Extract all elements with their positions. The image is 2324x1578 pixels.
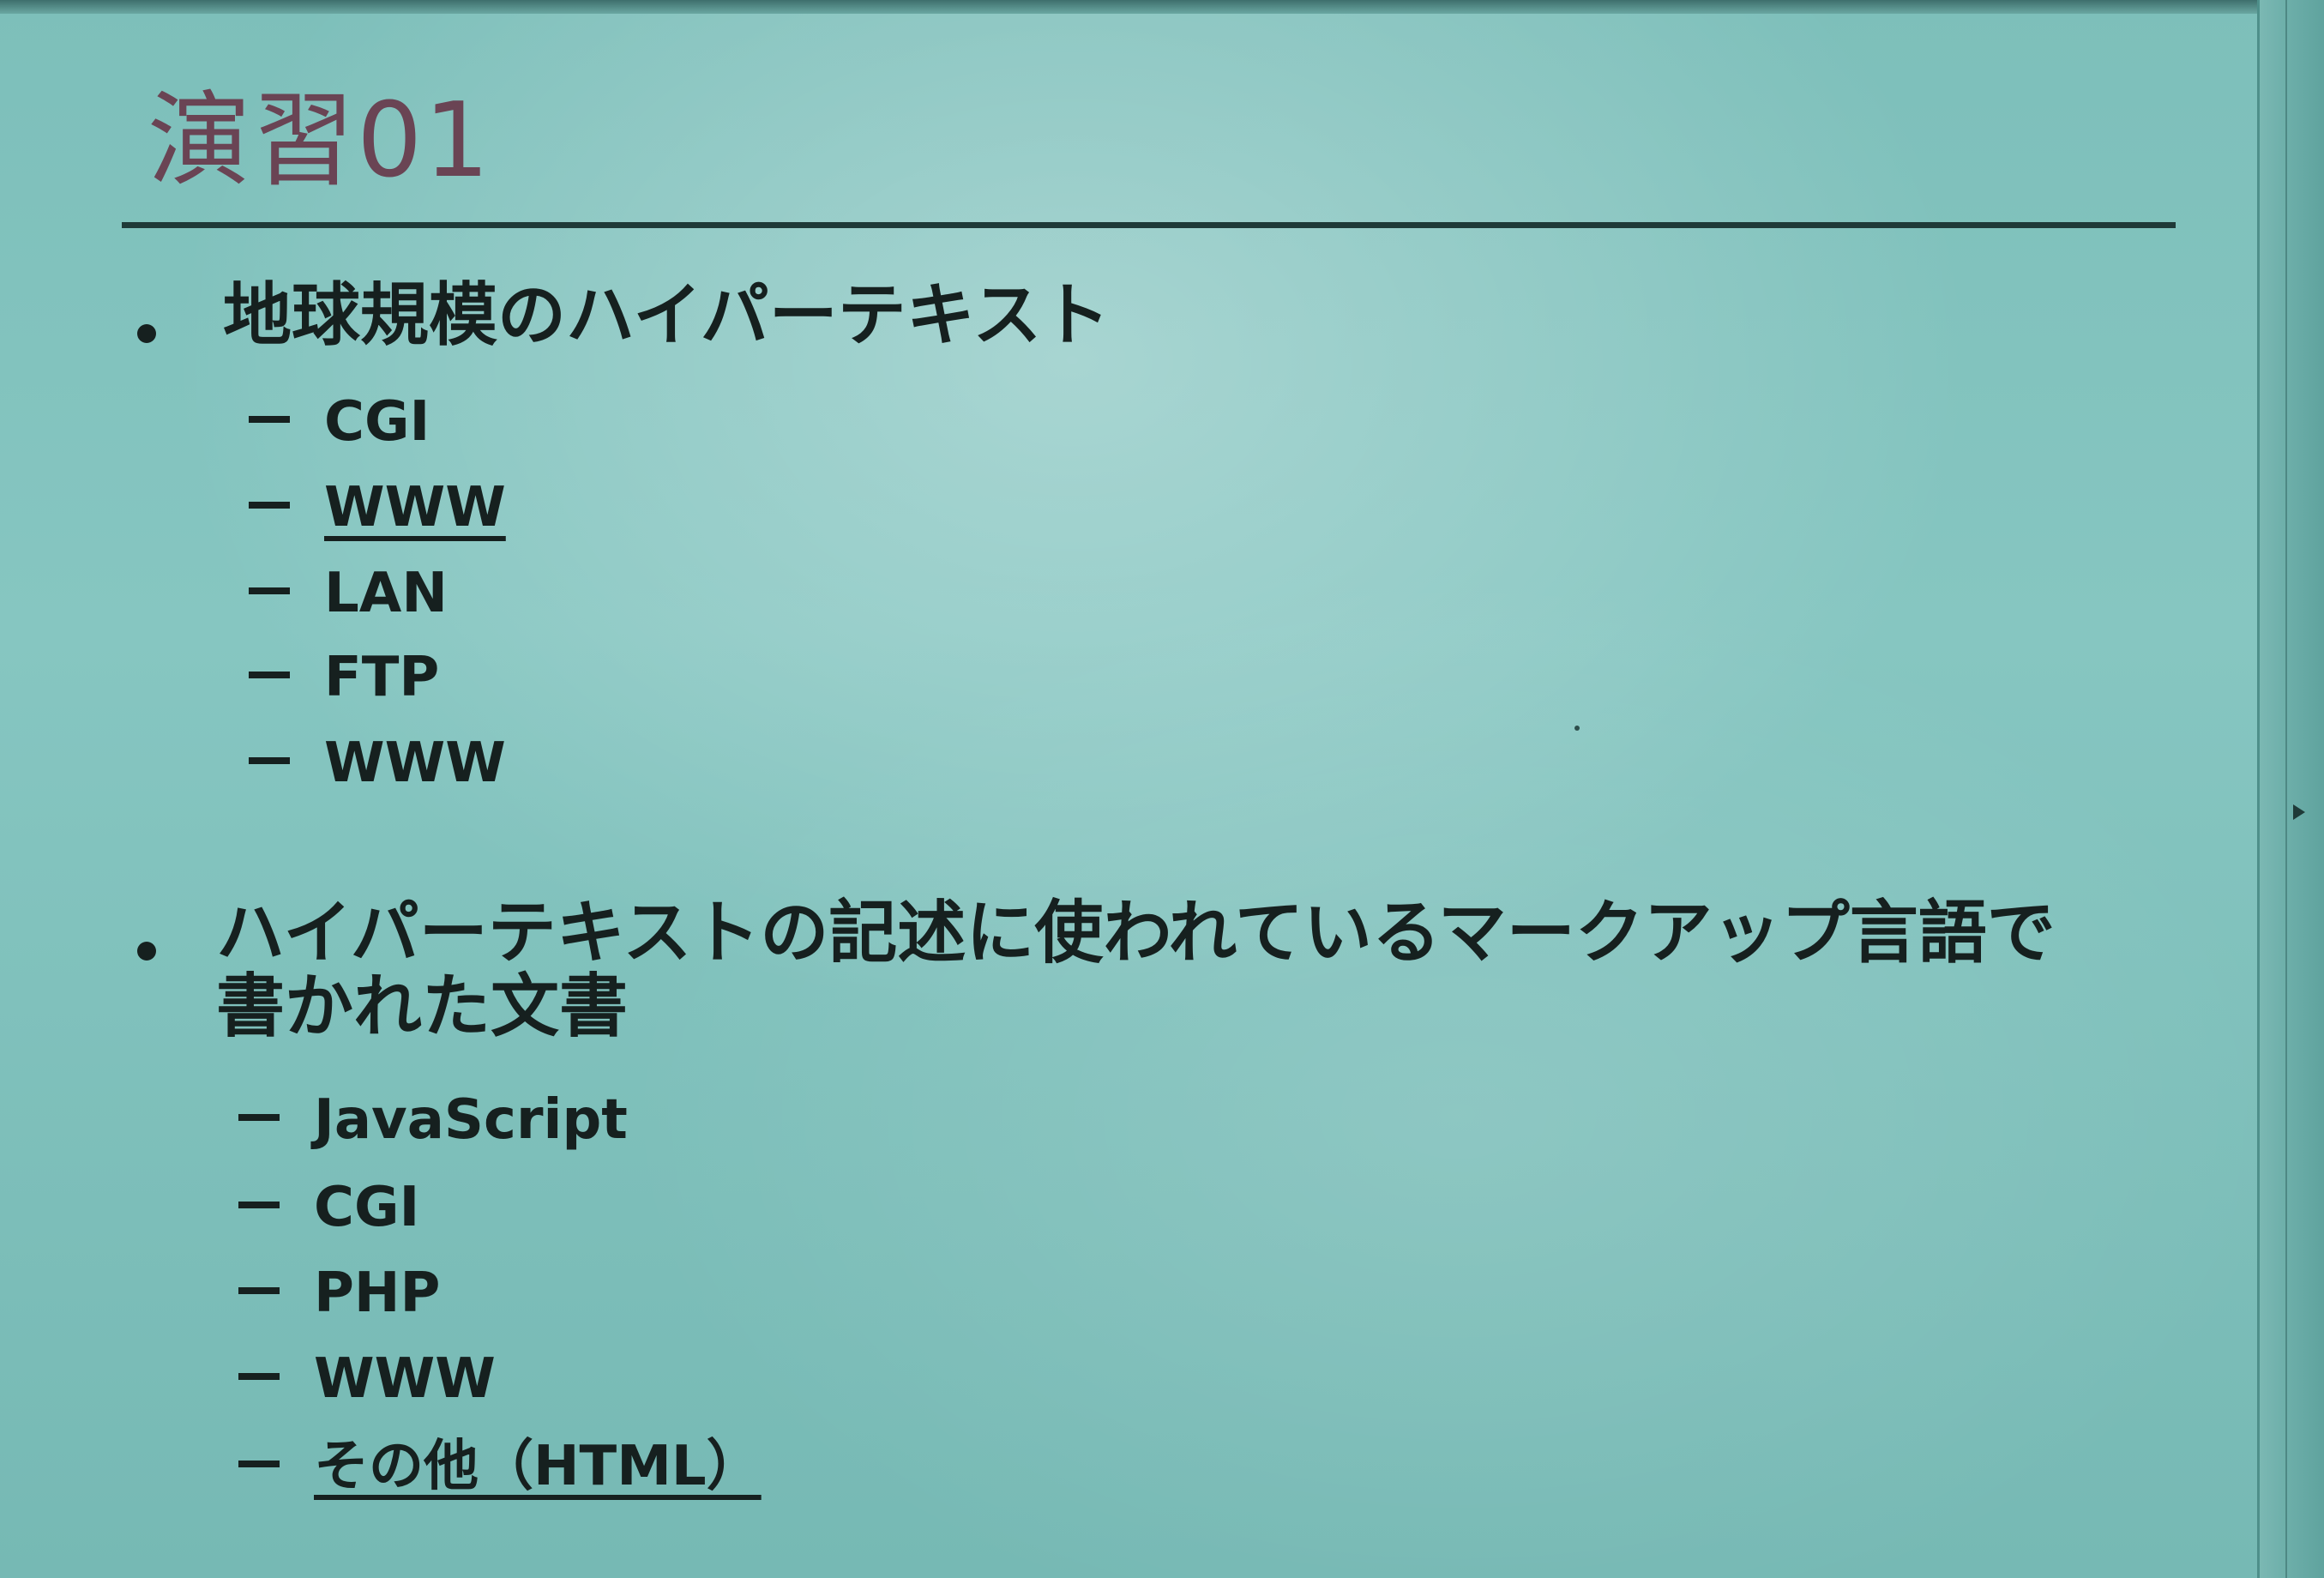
option-1-2: WWW bbox=[249, 473, 506, 542]
option-label: FTP bbox=[324, 646, 440, 709]
dash-icon bbox=[249, 502, 290, 509]
slide-title: 演習01 bbox=[148, 81, 491, 201]
option-label: PHP bbox=[314, 1262, 441, 1325]
dust-speck bbox=[1574, 726, 1580, 731]
option-label: LAN bbox=[324, 562, 448, 625]
option-label: WWW bbox=[324, 732, 506, 795]
dash-icon bbox=[249, 757, 290, 765]
bullet-dot-icon bbox=[137, 942, 156, 961]
option-2-4: WWW bbox=[238, 1345, 496, 1413]
dash-icon bbox=[238, 1373, 280, 1381]
option-label: JavaScript bbox=[314, 1088, 628, 1152]
option-1-1: CGI bbox=[249, 388, 430, 456]
edge-marker bbox=[2293, 804, 2305, 820]
dash-icon bbox=[249, 416, 290, 424]
option-label: WWW bbox=[314, 1347, 496, 1411]
question-2-line-2: 書かれた文書 bbox=[216, 967, 628, 1046]
title-divider bbox=[122, 222, 2176, 228]
dash-icon bbox=[238, 1287, 280, 1295]
option-label: CGI bbox=[314, 1176, 420, 1239]
slide-surface: 演習01 地球規模のハイパーテキスト CGI WWW LAN FTP WWW ハ… bbox=[0, 0, 2324, 1578]
option-label-underlined: その他（HTML） bbox=[314, 1435, 762, 1498]
screen-right-edge bbox=[2257, 0, 2324, 1578]
option-1-3: LAN bbox=[249, 559, 448, 628]
option-label: CGI bbox=[324, 390, 430, 454]
option-1-4: FTP bbox=[249, 643, 439, 712]
dash-icon bbox=[238, 1461, 280, 1468]
option-1-5: WWW bbox=[249, 729, 506, 798]
option-label-underlined: WWW bbox=[324, 476, 506, 539]
question-1-text: 地球規模のハイパーテキスト bbox=[223, 275, 1111, 355]
option-2-1: JavaScript bbox=[238, 1086, 628, 1154]
option-2-3: PHP bbox=[238, 1259, 440, 1328]
question-2-line-1: ハイパーテキストの記述に使われているマークアップ言語で bbox=[216, 893, 2056, 973]
dash-icon bbox=[249, 672, 290, 679]
screen-top-edge bbox=[0, 0, 2264, 14]
dash-icon bbox=[238, 1202, 280, 1209]
bullet-dot-icon bbox=[137, 324, 156, 343]
dash-icon bbox=[249, 587, 290, 595]
dash-icon bbox=[238, 1114, 280, 1122]
option-2-2: CGI bbox=[238, 1173, 419, 1242]
option-2-5: その他（HTML） bbox=[238, 1432, 762, 1501]
